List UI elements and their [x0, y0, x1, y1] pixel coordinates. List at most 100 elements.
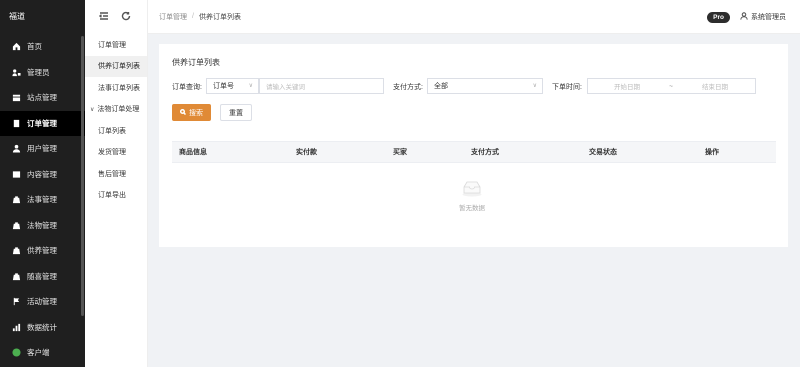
sidebar-item[interactable]: 首页	[0, 34, 85, 60]
sidebar-item-label: 首页	[27, 42, 42, 52]
sidebar-scrollbar[interactable]	[81, 36, 84, 316]
submenu-item[interactable]: 法事订单列表	[85, 77, 147, 99]
order-time-label: 下单时间:	[552, 84, 582, 91]
payment-method-value: 全部	[434, 83, 448, 90]
sidebar-item[interactable]: 供养管理	[0, 238, 85, 264]
query-type-select[interactable]: 订单号 ∨	[206, 78, 259, 94]
main-sidebar: 福道 首页管理员站点管理订单管理用户管理内容管理法事管理法物管理供养管理随喜管理…	[0, 0, 85, 367]
end-date-placeholder[interactable]: 结束日期	[676, 81, 754, 91]
sidebar-item-label: 客户端	[27, 348, 50, 358]
empty-state: 暂无数据	[447, 179, 497, 212]
home-icon	[10, 41, 22, 53]
reset-button[interactable]: 重置	[220, 104, 252, 121]
submenu-item[interactable]: 订单导出	[85, 185, 147, 207]
pro-badge[interactable]: Pro	[707, 11, 730, 23]
submenu-group[interactable]: ∨ 法物订单处理	[85, 99, 147, 121]
submenu-item-label: 售后管理	[98, 170, 126, 178]
sidebar-menu: 首页管理员站点管理订单管理用户管理内容管理法事管理法物管理供养管理随喜管理活动管…	[0, 34, 85, 366]
submenu-item[interactable]: 售后管理	[85, 163, 147, 185]
sidebar-item[interactable]: 活动管理	[0, 289, 85, 315]
sidebar-item[interactable]: 站点管理	[0, 85, 85, 111]
empty-text: 暂无数据	[459, 205, 485, 212]
sidebar-item-label: 站点管理	[27, 93, 57, 103]
submenu-item[interactable]: 订单管理	[85, 34, 147, 56]
content-icon	[10, 168, 22, 180]
submenu-item-label: 供养订单列表	[98, 63, 140, 71]
column-header: 交易状态	[589, 149, 617, 156]
submenu-item-label: 订单列表	[98, 127, 126, 135]
page-title: 供养订单列表	[172, 58, 220, 67]
collapse-menu-icon[interactable]	[98, 11, 109, 23]
sidebar-item[interactable]: 订单管理	[0, 110, 85, 136]
start-date-placeholder[interactable]: 开始日期	[588, 81, 666, 91]
search-icon	[179, 108, 187, 117]
sidebar-item[interactable]: 用户管理	[0, 136, 85, 162]
chevron-down-icon: ∨	[248, 83, 253, 89]
site-icon	[10, 92, 22, 104]
offering-icon	[10, 245, 22, 257]
sidebar-item-label: 管理员	[27, 67, 50, 77]
query-type-value: 订单号	[213, 83, 234, 90]
payment-method-label: 支付方式:	[393, 84, 423, 91]
submenu-item-label: 发货管理	[98, 149, 126, 157]
user-icon	[10, 143, 22, 155]
keyword-input[interactable]: 请输入关键词	[259, 78, 384, 94]
submenu-toolbar	[85, 0, 147, 34]
artifact-icon	[10, 219, 22, 231]
donation-icon	[10, 270, 22, 282]
chevron-down-icon: ∨	[90, 106, 95, 113]
sidebar-item-label: 内容管理	[27, 169, 57, 179]
submenu-item[interactable]: 订单列表	[85, 120, 147, 142]
user-menu[interactable]: 系统管理员	[740, 12, 786, 22]
submenu-item[interactable]: 供养订单列表	[85, 55, 147, 77]
empty-inbox-icon	[461, 181, 483, 199]
top-header: 订单管理 / 供养订单列表 Pro 系统管理员	[148, 0, 800, 34]
sidebar-item[interactable]: 法物管理	[0, 213, 85, 239]
order-query-label: 订单查询:	[172, 84, 202, 91]
ritual-icon	[10, 194, 22, 206]
sidebar-item-label: 随喜管理	[27, 271, 57, 281]
payment-method-select[interactable]: 全部 ∨	[427, 78, 543, 94]
submenu-item-label: 订单管理	[98, 41, 126, 49]
search-button-label: 搜索	[189, 109, 203, 117]
submenu-item[interactable]: 发货管理	[85, 142, 147, 164]
sidebar-item-label: 订单管理	[27, 118, 57, 128]
submenu-item-label: 法事订单列表	[98, 84, 140, 92]
refresh-icon[interactable]	[121, 11, 131, 23]
sidebar-item[interactable]: 客户端	[0, 340, 85, 366]
column-header: 买家	[393, 149, 407, 156]
app-logo[interactable]: 福道	[0, 0, 85, 34]
sidebar-item-label: 法事管理	[27, 195, 57, 205]
date-range-separator: ~	[669, 82, 673, 90]
date-range-picker[interactable]: 开始日期 ~ 结束日期	[587, 78, 756, 94]
table-header: 商品信息 实付款 买家 支付方式 交易状态 操作	[172, 141, 776, 163]
header-actions: Pro 系统管理员	[707, 0, 786, 34]
chart-icon	[10, 321, 22, 333]
column-header: 支付方式	[471, 149, 499, 156]
keyword-placeholder: 请输入关键词	[266, 84, 305, 91]
sidebar-item[interactable]: 法事管理	[0, 187, 85, 213]
sidebar-item-label: 法物管理	[27, 220, 57, 230]
admin-icon	[10, 66, 22, 78]
sidebar-item[interactable]: 管理员	[0, 60, 85, 86]
column-header: 操作	[705, 149, 719, 156]
breadcrumb-parent[interactable]: 订单管理	[159, 12, 187, 22]
column-header: 实付款	[296, 149, 317, 156]
sidebar-item[interactable]: 数据统计	[0, 315, 85, 341]
flag-icon	[10, 296, 22, 308]
column-header: 商品信息	[179, 149, 207, 156]
sidebar-item[interactable]: 随喜管理	[0, 264, 85, 290]
client-icon	[10, 347, 22, 359]
user-icon	[740, 12, 748, 22]
submenu-item-label: 法物订单处理	[97, 106, 140, 114]
sidebar-item-label: 用户管理	[27, 144, 57, 154]
sidebar-item-label: 供养管理	[27, 246, 57, 256]
breadcrumb-current: 供养订单列表	[198, 13, 241, 21]
chevron-down-icon: ∨	[532, 83, 537, 89]
sidebar-item-label: 活动管理	[27, 297, 57, 307]
order-icon	[10, 117, 22, 129]
submenu-list: 订单管理 供养订单列表 法事订单列表 ∨ 法物订单处理 订单列表 发货管理 售后管理 订单导出	[85, 34, 147, 206]
breadcrumb-separator: /	[192, 13, 194, 20]
sidebar-item[interactable]: 内容管理	[0, 162, 85, 188]
search-button[interactable]: 搜索	[172, 104, 211, 121]
